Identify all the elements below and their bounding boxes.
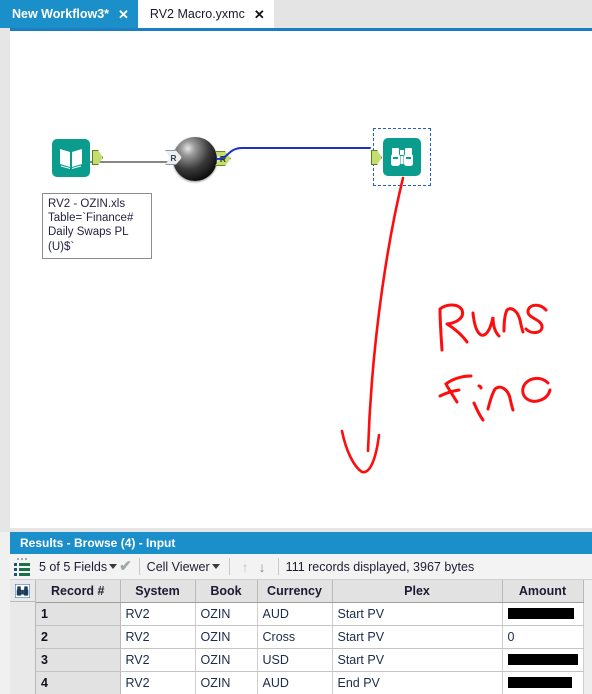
cell-currency: AUD bbox=[257, 671, 333, 694]
grip-dots-icon[interactable] bbox=[14, 557, 30, 576]
cell-amount bbox=[502, 671, 584, 694]
chevron-down-icon[interactable] bbox=[109, 564, 118, 569]
record-status-label: 111 records displayed, 3967 bytes bbox=[285, 559, 475, 574]
output-anchor-R[interactable]: R bbox=[215, 151, 231, 166]
col-header-amount[interactable]: Amount bbox=[502, 580, 584, 603]
grid-row-gutter bbox=[10, 602, 36, 694]
cell-plex: Start PV bbox=[332, 625, 503, 649]
workflow-canvas-area: R R RV2 - OZIN.xls Table=`Finance# Daily… bbox=[0, 28, 592, 532]
table-row[interactable]: 3 RV2 OZIN USD Start PV bbox=[36, 648, 584, 672]
workflow-tab-strip: New Workflow3* ✕ RV2 Macro.yxmc ✕ bbox=[0, 0, 592, 28]
cell-book: OZIN bbox=[195, 602, 258, 626]
table-header-row: Record # System Book Currency Plex Amoun… bbox=[36, 580, 584, 603]
tab-new-workflow3[interactable]: New Workflow3* ✕ bbox=[0, 0, 138, 28]
col-header-plex[interactable]: Plex bbox=[332, 580, 503, 603]
redaction-mark bbox=[507, 653, 578, 665]
tab-label: New Workflow3* bbox=[12, 7, 110, 21]
cell-book: OZIN bbox=[195, 671, 258, 694]
cell-currency: AUD bbox=[257, 602, 333, 626]
col-header-system[interactable]: System bbox=[120, 580, 196, 603]
cell-viewer-label[interactable]: Cell Viewer bbox=[147, 560, 210, 574]
cell-record: 2 bbox=[36, 625, 121, 649]
checkmark-icon[interactable]: ✔ bbox=[119, 559, 132, 574]
cell-amount bbox=[502, 648, 584, 672]
cell-system: RV2 bbox=[120, 671, 196, 694]
cell-plex: Start PV bbox=[332, 602, 503, 626]
workflow-canvas[interactable]: R R RV2 - OZIN.xls Table=`Finance# Daily… bbox=[10, 31, 592, 528]
results-data-grid[interactable]: Record # System Book Currency Plex Amoun… bbox=[10, 580, 592, 694]
col-header-currency[interactable]: Currency bbox=[257, 580, 333, 603]
redaction-mark bbox=[507, 607, 574, 619]
grid-corner-binoculars-icon bbox=[10, 580, 36, 602]
tool-input-data[interactable] bbox=[52, 139, 103, 177]
selection-outline bbox=[373, 128, 431, 186]
cell-book: OZIN bbox=[195, 625, 258, 649]
book-icon bbox=[52, 139, 90, 177]
table-row[interactable]: 1 RV2 OZIN AUD Start PV bbox=[36, 602, 584, 626]
cell-amount bbox=[502, 602, 584, 626]
cell-book: OZIN bbox=[195, 648, 258, 672]
results-table: Record # System Book Currency Plex Amoun… bbox=[36, 580, 584, 694]
results-toolbar: 5 of 5 Fields ✔ Cell Viewer ↑ ↓ 111 reco… bbox=[10, 554, 592, 580]
redaction-mark bbox=[507, 676, 572, 688]
cell-record: 3 bbox=[36, 648, 121, 672]
tool-annotation: RV2 - OZIN.xls Table=`Finance# Daily Swa… bbox=[42, 193, 152, 259]
tab-rv2-macro[interactable]: RV2 Macro.yxmc ✕ bbox=[137, 0, 274, 28]
cell-currency: USD bbox=[257, 648, 333, 672]
cell-plex: Start PV bbox=[332, 648, 503, 672]
chevron-down-icon[interactable] bbox=[211, 564, 220, 569]
toolbar-divider bbox=[277, 558, 279, 575]
cell-record: 4 bbox=[36, 671, 121, 694]
canvas-overlay bbox=[216, 147, 552, 474]
cell-system: RV2 bbox=[120, 648, 196, 672]
cell-system: RV2 bbox=[120, 625, 196, 649]
field-list-icon bbox=[14, 562, 30, 576]
table-row[interactable]: 2 RV2 OZIN Cross Start PV 0 bbox=[36, 625, 584, 649]
tab-label: RV2 Macro.yxmc bbox=[149, 7, 245, 21]
toolbar-divider bbox=[138, 558, 140, 575]
table-body: 1 RV2 OZIN AUD Start PV 2 RV2 OZIN Cross Start PV… bbox=[36, 602, 584, 694]
results-panel-title: Results - Browse (4) - Input bbox=[10, 532, 592, 554]
fields-count-label[interactable]: 5 of 5 Fields bbox=[39, 560, 107, 574]
tool-browse[interactable] bbox=[371, 128, 431, 186]
col-header-record[interactable]: Record # bbox=[36, 580, 121, 603]
cell-system: RV2 bbox=[120, 602, 196, 626]
scroll-up-button[interactable]: ↑ bbox=[237, 560, 254, 574]
col-header-book[interactable]: Book bbox=[195, 580, 258, 603]
alteryx-designer-window: New Workflow3* ✕ RV2 Macro.yxmc ✕ R R RV… bbox=[0, 0, 592, 694]
close-icon[interactable]: ✕ bbox=[118, 8, 129, 21]
results-panel: Results - Browse (4) - Input 5 of 5 Fiel… bbox=[0, 532, 592, 694]
tool-macro[interactable]: R R bbox=[165, 137, 231, 181]
toolbar-divider bbox=[228, 558, 230, 575]
cell-currency: Cross bbox=[257, 625, 333, 649]
cell-record: 1 bbox=[36, 602, 121, 626]
scroll-down-button[interactable]: ↓ bbox=[254, 560, 271, 574]
close-icon[interactable]: ✕ bbox=[254, 8, 265, 21]
cell-plex: End PV bbox=[332, 671, 503, 694]
table-row[interactable]: 4 RV2 OZIN AUD End PV bbox=[36, 671, 584, 694]
cell-amount: 0 bbox=[502, 625, 584, 649]
canvas-left-gutter bbox=[0, 28, 10, 532]
